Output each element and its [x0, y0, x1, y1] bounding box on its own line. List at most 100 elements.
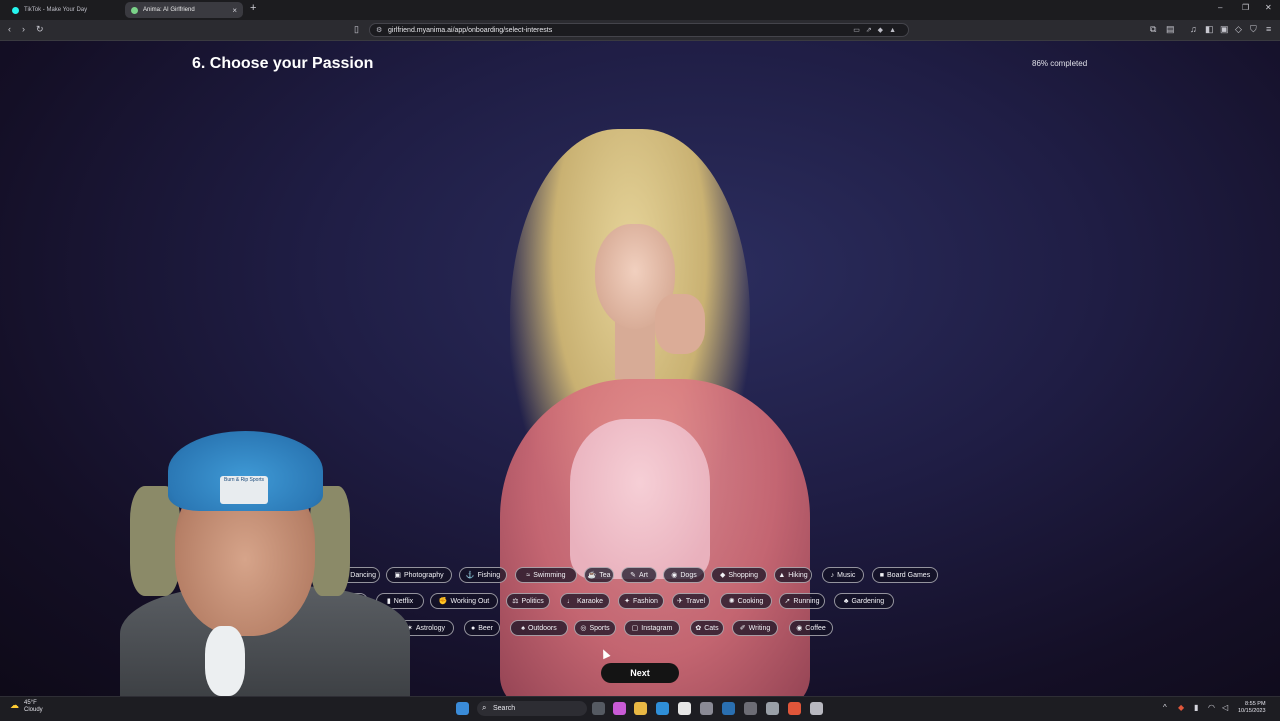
interest-chip-fashion[interactable]: ✦ Fashion — [618, 593, 664, 609]
close-tab-icon[interactable]: × — [232, 6, 237, 15]
tea-icon: ☕ — [587, 572, 597, 579]
taskbar-clock[interactable]: 8:55 PM 10/15/2023 — [1238, 701, 1266, 715]
task-view-icon[interactable] — [592, 702, 605, 715]
minimize-icon[interactable]: – — [1218, 3, 1222, 12]
interest-chip-running[interactable]: ➚ Running — [779, 593, 825, 609]
tray-chevron-icon[interactable]: ^ — [1163, 703, 1167, 712]
menu-icon[interactable]: ≡ — [1266, 24, 1271, 34]
wifi-icon[interactable]: ◠ — [1208, 703, 1215, 712]
back-icon[interactable]: ‹ — [8, 24, 11, 34]
mountain-icon: ▲ — [778, 571, 786, 579]
tray-brave-icon[interactable]: ◆ — [1178, 703, 1184, 712]
interest-label: Instagram — [641, 624, 673, 632]
running-icon: ➚ — [784, 598, 791, 605]
interest-label: Swimming — [533, 571, 566, 579]
plant-icon: ♣ — [843, 597, 849, 605]
interest-label: Astrology — [415, 624, 446, 632]
site-info-icon[interactable]: ⚙ — [376, 26, 382, 34]
close-window-icon[interactable]: ✕ — [1265, 3, 1272, 12]
interest-chip-coffee[interactable]: ◉ Coffee — [789, 620, 833, 636]
brave-icon[interactable] — [788, 702, 801, 715]
plane-icon: ✈ — [676, 598, 683, 605]
instagram-icon: ▢ — [631, 625, 639, 632]
interest-chip-beer[interactable]: ● Beer — [464, 620, 500, 636]
panel-icon[interactable]: ◧ — [1205, 24, 1214, 35]
interest-chip-dogs[interactable]: ◉ Dogs — [663, 567, 705, 583]
taskbar-search[interactable]: ⌕ Search — [477, 701, 587, 716]
terminal-icon[interactable] — [766, 702, 779, 715]
interest-chip-cats[interactable]: ✿ Cats — [690, 620, 724, 636]
interest-label: Writing — [748, 624, 771, 632]
restore-icon[interactable]: ❐ — [1242, 3, 1249, 12]
interest-chip-travel[interactable]: ✈ Travel — [672, 593, 710, 609]
sidebar-icon[interactable]: ▤ — [1166, 24, 1175, 35]
interest-chip-fishing[interactable]: ⚓ Fishing — [459, 567, 507, 583]
interest-chip-swimming[interactable]: ≈ Swimming — [515, 567, 577, 583]
file-explorer-icon[interactable] — [634, 702, 647, 715]
app-icon[interactable] — [700, 702, 713, 715]
wallet-icon[interactable]: ▣ — [1220, 24, 1229, 35]
vpn-icon[interactable]: ◇ — [1235, 24, 1242, 35]
interest-chip-cooking[interactable]: ✺ Cooking — [720, 593, 772, 609]
interest-chip-board-games[interactable]: ■ Board Games — [872, 567, 938, 583]
beer-icon: ● — [470, 624, 476, 632]
interest-chip-hiking[interactable]: ▲ Hiking — [774, 567, 812, 583]
interest-label: Art — [638, 571, 648, 579]
new-tab-icon[interactable]: + — [250, 2, 256, 14]
interest-label: Coffee — [805, 624, 826, 632]
microphone-icon: ♩ — [566, 597, 574, 605]
reload-icon[interactable]: ↻ — [36, 24, 44, 35]
interest-label: Board Games — [887, 571, 931, 579]
interest-chip-gardening[interactable]: ♣ Gardening — [834, 593, 894, 609]
volume-icon[interactable]: ◁ — [1222, 703, 1228, 712]
start-icon[interactable] — [456, 702, 469, 715]
cooking-icon: ✺ — [728, 598, 735, 605]
forward-icon[interactable]: › — [22, 24, 25, 34]
interest-chip-karaoke[interactable]: ♩ Karaoke — [560, 593, 610, 609]
interest-label: Fishing — [477, 571, 501, 579]
interest-chip-politics[interactable]: ⚖ Politics — [506, 593, 550, 609]
interest-label: Outdoors — [527, 624, 557, 632]
media-icon[interactable]: ♫ — [1190, 24, 1197, 34]
interest-chip-writing[interactable]: ✐ Writing — [732, 620, 778, 636]
interest-label: Music — [837, 571, 856, 579]
next-button[interactable]: Next — [601, 663, 679, 683]
fashion-icon: ✦ — [624, 598, 630, 605]
extensions-icon[interactable]: ⧉ — [1150, 24, 1156, 35]
store-icon[interactable] — [678, 702, 691, 715]
interest-label: Shopping — [728, 571, 758, 579]
interest-label: Gardening — [851, 597, 885, 605]
weather-widget[interactable]: ☁ 45°F Cloudy — [10, 700, 43, 714]
tab-tiktok[interactable]: TikTok - Make Your Day — [6, 2, 124, 18]
address-bar[interactable]: ⚙ girlfriend.myanima.ai/app/onboarding/s… — [369, 23, 909, 37]
bookmark-icon[interactable]: ▯ — [354, 24, 359, 35]
interest-chip-instagram[interactable]: ▢ Instagram — [624, 620, 680, 636]
beanie-patch: Burn & Rip Sports — [220, 476, 268, 504]
interest-label: Travel — [685, 597, 706, 605]
interest-chip-outdoors[interactable]: ♠ Outdoors — [510, 620, 568, 636]
interest-chip-working-out[interactable]: ✊ Working Out — [430, 593, 498, 609]
interest-chip-sports[interactable]: ◎ Sports — [574, 620, 616, 636]
shield-icon[interactable]: ⛉ — [1250, 24, 1257, 35]
weather-temp: 45°F — [24, 700, 37, 706]
interest-chip-music[interactable]: ♪ Music — [822, 567, 864, 583]
cat-icon: ✿ — [695, 625, 702, 632]
steam-icon[interactable] — [722, 702, 735, 715]
tray-mic-icon[interactable]: ▮ — [1194, 703, 1198, 712]
obs-icon[interactable] — [810, 702, 823, 715]
search-icon: ⌕ — [482, 703, 487, 712]
copilot-icon[interactable] — [613, 702, 626, 715]
webcam-overlay: Burn & Rip Sports — [110, 426, 410, 696]
settings-icon[interactable] — [744, 702, 757, 715]
interest-chip-tea[interactable]: ☕ Tea — [584, 567, 614, 583]
edge-icon[interactable] — [656, 702, 669, 715]
onboarding-page: 6. Choose your Passion 86% completed ♫Da… — [0, 41, 1280, 696]
clock-date: 10/15/2023 — [1238, 708, 1266, 714]
dice-icon: ■ — [879, 571, 885, 579]
dog-icon: ◉ — [671, 572, 678, 579]
interest-chip-shopping[interactable]: ◆ Shopping — [711, 567, 767, 583]
interest-label: Sports — [589, 624, 610, 632]
address-bar-actions-icon[interactable]: ▭⇗◆▲ — [853, 26, 902, 34]
tab-anima[interactable]: Anima: AI Girlfriend × — [125, 2, 243, 18]
interest-chip-art[interactable]: ✎ Art — [621, 567, 657, 583]
